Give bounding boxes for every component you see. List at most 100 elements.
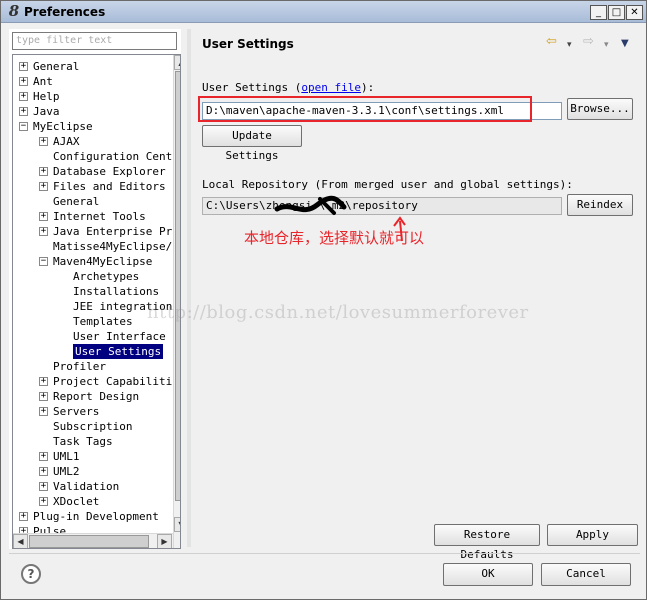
eclipse-icon: 8 xyxy=(8,2,20,20)
settings-page: User Settings ⇦ ▾ ⇨ ▾ ▼ User Settings (o… xyxy=(147,29,641,561)
tree-item-label: Configuration Cent xyxy=(53,150,173,163)
expand-icon[interactable]: + xyxy=(39,392,48,401)
expand-icon[interactable]: + xyxy=(19,512,28,521)
highlight-box xyxy=(198,96,532,122)
restore-defaults-button[interactable]: Restore Defaults xyxy=(434,524,540,561)
scroll-thumb[interactable] xyxy=(175,71,180,501)
expand-icon[interactable]: + xyxy=(39,482,48,491)
forward-arrow-icon[interactable]: ⇨ xyxy=(583,35,594,49)
window-title: Preferences xyxy=(24,5,106,19)
preferences-navigation: type filter text + General + Ant + Help + Java −… xyxy=(9,29,181,549)
tree-item[interactable]: General xyxy=(13,194,173,209)
scroll-right-icon[interactable]: ▶ xyxy=(157,534,172,548)
tree-item-label: Help xyxy=(33,90,60,103)
back-menu-icon[interactable]: ▾ xyxy=(567,38,572,52)
view-menu-icon[interactable]: ▼ xyxy=(621,37,629,51)
tree-item[interactable]: + Validation xyxy=(13,479,173,494)
expand-icon[interactable]: + xyxy=(39,407,48,416)
expand-icon[interactable]: + xyxy=(19,107,28,116)
tree-item[interactable]: + UML2 xyxy=(13,464,173,479)
tree-item[interactable]: Profiler xyxy=(13,359,173,374)
expand-icon[interactable]: + xyxy=(39,377,48,386)
tree-item[interactable]: + Project Capabiliti xyxy=(13,374,173,389)
tree-item[interactable]: + AJAX xyxy=(13,134,173,149)
tree-item[interactable]: + Java Enterprise Pr xyxy=(13,224,173,239)
tree-item[interactable]: − Maven4MyEclipse xyxy=(13,254,173,269)
expand-icon[interactable]: + xyxy=(19,77,28,86)
tree-item-label: Files and Editors xyxy=(53,180,166,193)
tree-item[interactable]: + Report Design xyxy=(13,389,173,404)
scroll-thumb-horizontal[interactable] xyxy=(29,535,149,548)
maximize-button[interactable]: □ xyxy=(608,5,625,20)
filter-input[interactable]: type filter text xyxy=(12,32,177,50)
expand-icon[interactable]: + xyxy=(19,62,28,71)
expand-icon[interactable]: + xyxy=(39,467,48,476)
tree-item-label: Ant xyxy=(33,75,53,88)
scroll-left-icon[interactable]: ◀ xyxy=(13,534,28,548)
help-icon[interactable]: ? xyxy=(21,564,41,584)
tree-item[interactable]: User Interface xyxy=(13,329,173,344)
tree-item[interactable]: + Java xyxy=(13,104,173,119)
tree-item[interactable]: Configuration Cent xyxy=(13,149,173,164)
expand-icon[interactable]: + xyxy=(39,137,48,146)
tree-item[interactable]: Task Tags xyxy=(13,434,173,449)
tree-item[interactable]: + UML1 xyxy=(13,449,173,464)
preferences-window: 8 Preferences _ □ ✕ type filter text + Ge… xyxy=(0,0,647,600)
tree-item[interactable]: Archetypes xyxy=(13,269,173,284)
update-settings-button[interactable]: Update Settings xyxy=(202,125,302,162)
tree-item-label: Database Explorer xyxy=(53,165,166,178)
collapse-icon[interactable]: − xyxy=(19,122,28,131)
close-button[interactable]: ✕ xyxy=(626,5,643,20)
tree-horizontal-scrollbar[interactable]: ◀ ▶ xyxy=(13,533,173,548)
tree-item[interactable]: + Help xyxy=(13,89,173,104)
tree-item-label: Project Capabiliti xyxy=(53,375,173,388)
expand-icon[interactable]: + xyxy=(39,212,48,221)
expand-icon[interactable]: + xyxy=(39,227,48,236)
tree-item[interactable]: Installations xyxy=(13,284,173,299)
apply-button[interactable]: Apply xyxy=(547,524,638,546)
browse-button[interactable]: Browse... xyxy=(567,98,633,120)
tree-item-label: Validation xyxy=(53,480,120,493)
expand-icon[interactable]: + xyxy=(19,92,28,101)
tree-item[interactable]: + Internet Tools xyxy=(13,209,173,224)
tree-item[interactable]: + Database Explorer xyxy=(13,164,173,179)
cancel-button[interactable]: Cancel xyxy=(541,563,631,586)
tree-item-label: Matisse4MyEclipse/ xyxy=(53,240,173,253)
expand-icon[interactable]: + xyxy=(39,182,48,191)
expand-icon[interactable]: + xyxy=(39,497,48,506)
open-file-link[interactable]: open file xyxy=(301,81,361,94)
scroll-up-icon[interactable]: ▲ xyxy=(174,55,180,70)
back-arrow-icon[interactable]: ⇦ xyxy=(546,35,557,49)
tree-item-label: UML2 xyxy=(53,465,80,478)
tree-item[interactable]: Subscription xyxy=(13,419,173,434)
tree-item[interactable]: + Ant xyxy=(13,74,173,89)
tree-item-label: Java Enterprise Pr xyxy=(53,225,173,238)
tree-item[interactable]: + Files and Editors xyxy=(13,179,173,194)
tree-item[interactable]: + Plug-in Development xyxy=(13,509,173,524)
local-repository-label: Local Repository (From merged user and g… xyxy=(202,178,573,191)
minimize-button[interactable]: _ xyxy=(590,5,607,20)
tree-item[interactable]: + XDoclet xyxy=(13,494,173,509)
user-settings-label: User Settings (open file): xyxy=(202,81,374,95)
tree-item[interactable]: − MyEclipse xyxy=(13,119,173,134)
expand-icon[interactable]: + xyxy=(39,167,48,176)
tree-item-label: User Interface xyxy=(73,330,166,343)
tree-item[interactable]: + Servers xyxy=(13,404,173,419)
tree-item-label: MyEclipse xyxy=(33,120,93,133)
tree-item-label: XDoclet xyxy=(53,495,100,508)
reindex-button[interactable]: Reindex xyxy=(567,194,633,216)
tree-item-label: General xyxy=(53,195,100,208)
tree-item-label: Plug-in Development xyxy=(33,510,159,523)
forward-menu-icon[interactable]: ▾ xyxy=(604,38,609,52)
tree-item[interactable]: Matisse4MyEclipse/ xyxy=(13,239,173,254)
tree-item-label: Report Design xyxy=(53,390,140,403)
tree-item[interactable]: User Settings xyxy=(13,344,173,359)
scroll-down-icon[interactable]: ▼ xyxy=(174,517,180,532)
expand-icon[interactable]: + xyxy=(39,452,48,461)
pane-splitter[interactable] xyxy=(187,29,191,547)
tree-item[interactable]: + General xyxy=(13,59,173,74)
tree-item-label: Archetypes xyxy=(73,270,140,283)
tree-item-label: General xyxy=(33,60,80,73)
ok-button[interactable]: OK xyxy=(443,563,533,586)
collapse-icon[interactable]: − xyxy=(39,257,48,266)
